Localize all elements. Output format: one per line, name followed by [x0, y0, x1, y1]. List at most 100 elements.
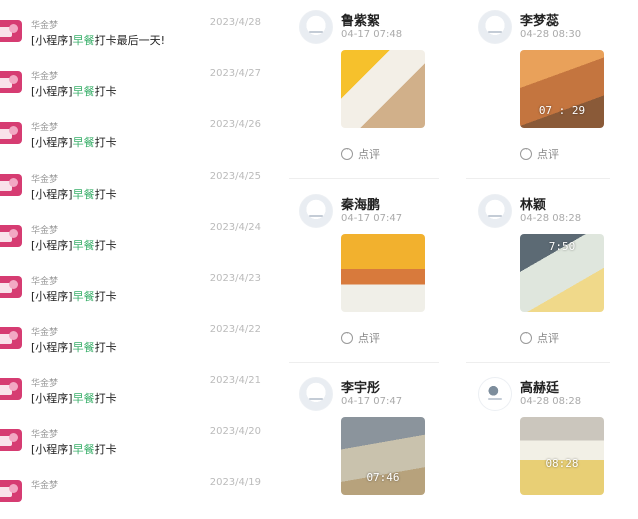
message-sender: 华金梦	[31, 481, 59, 491]
app-avatar-icon	[0, 327, 22, 349]
message-text: [小程序]早餐打卡	[31, 288, 117, 304]
app-avatar-icon	[0, 174, 22, 196]
message-prefix: [小程序]	[31, 136, 73, 149]
post-time: 04-28 08:28	[520, 213, 582, 224]
post-author[interactable]: 李梦蕊	[520, 10, 559, 29]
user-avatar-icon[interactable]	[299, 194, 333, 228]
post-photo[interactable]: 07:46	[341, 417, 425, 495]
message-list: 华金梦 2023/4/28 [小程序]早餐打卡最后一天! 华金梦 2023/4/…	[0, 0, 272, 503]
message-suffix: 打卡	[94, 392, 117, 405]
message-time: 2023/4/21	[209, 375, 261, 386]
message-item[interactable]: 华金梦 2023/4/21 [小程序]早餐打卡	[0, 366, 272, 417]
message-prefix: [小程序]	[31, 443, 73, 456]
user-avatar-icon[interactable]	[299, 377, 333, 411]
feed-post[interactable]: 李宇彤 04-17 07:47 07:46	[299, 377, 449, 503]
message-item[interactable]: 华金梦 2023/4/23 [小程序]早餐打卡	[0, 264, 272, 315]
message-prefix: [小程序]	[31, 392, 73, 405]
feed-post[interactable]: 李梦蕊 04-28 08:30 07 : 29 点评	[478, 10, 628, 180]
message-text: [小程序]早餐打卡最后一天!	[31, 32, 165, 48]
post-photo[interactable]	[341, 50, 425, 128]
message-text: [小程序]早餐打卡	[31, 134, 117, 150]
comment-icon	[341, 329, 353, 344]
message-item[interactable]: 华金梦 2023/4/20 [小程序]早餐打卡	[0, 417, 272, 468]
message-text: [小程序]早餐打卡	[31, 390, 117, 406]
message-suffix: 打卡	[94, 136, 117, 149]
feed-post[interactable]: 秦海鹏 04-17 07:47 点评	[299, 194, 449, 364]
post-time: 04-17 07:47	[341, 213, 403, 224]
message-sender: 华金梦	[31, 430, 59, 440]
app-avatar-icon	[0, 378, 22, 400]
photo-timestamp: 07:46	[366, 471, 400, 484]
message-highlight: 早餐	[72, 34, 95, 47]
feed-post[interactable]: 高赫廷 04-28 08:28 08:28	[478, 377, 628, 503]
comment-button[interactable]: 点评	[520, 329, 559, 346]
user-avatar-icon[interactable]	[478, 10, 512, 44]
message-time: 2023/4/26	[209, 119, 261, 130]
post-author[interactable]: 李宇彤	[341, 377, 380, 396]
message-item[interactable]: 华金梦 2023/4/26 [小程序]早餐打卡	[0, 110, 272, 161]
post-author[interactable]: 林颖	[520, 194, 546, 213]
post-author[interactable]: 鲁紫絮	[341, 10, 380, 29]
message-highlight: 早餐	[72, 341, 95, 354]
message-text: [小程序]早餐打卡	[31, 83, 117, 99]
feed-post[interactable]: 鲁紫絮 04-17 07:48 点评	[299, 10, 449, 180]
photo-timestamp: 08:28	[545, 457, 579, 470]
message-time: 2023/4/23	[209, 273, 261, 284]
user-avatar-icon[interactable]	[478, 377, 512, 411]
message-item[interactable]: 华金梦 2023/4/28 [小程序]早餐打卡最后一天!	[0, 8, 272, 59]
message-item[interactable]: 华金梦 2023/4/19	[0, 468, 272, 519]
post-author[interactable]: 高赫廷	[520, 377, 559, 396]
user-avatar-icon[interactable]	[299, 10, 333, 44]
message-highlight: 早餐	[72, 392, 95, 405]
post-time: 04-28 08:30	[520, 29, 582, 40]
message-time: 2023/4/22	[209, 324, 261, 335]
app-avatar-icon	[0, 71, 22, 93]
feed-post[interactable]: 林颖 04-28 08:28 7:50 点评	[478, 194, 628, 364]
message-prefix: [小程序]	[31, 188, 73, 201]
message-suffix: 打卡最后一天!	[94, 34, 166, 47]
message-item[interactable]: 华金梦 2023/4/24 [小程序]早餐打卡	[0, 213, 272, 264]
app-avatar-icon	[0, 276, 22, 298]
comment-button[interactable]: 点评	[520, 145, 559, 162]
message-prefix: [小程序]	[31, 341, 73, 354]
comment-button[interactable]: 点评	[341, 329, 380, 346]
message-text: [小程序]早餐打卡	[31, 339, 117, 355]
post-photo[interactable]: 07 : 29	[520, 50, 604, 128]
message-suffix: 打卡	[94, 85, 117, 98]
message-item[interactable]: 华金梦 2023/4/22 [小程序]早餐打卡	[0, 315, 272, 366]
message-highlight: 早餐	[72, 239, 95, 252]
user-avatar-icon[interactable]	[478, 194, 512, 228]
app-avatar-icon	[0, 429, 22, 451]
message-prefix: [小程序]	[31, 290, 73, 303]
app-avatar-icon	[0, 480, 22, 502]
post-photo[interactable]	[341, 234, 425, 312]
message-highlight: 早餐	[72, 188, 95, 201]
message-sender: 华金梦	[31, 72, 59, 82]
post-author[interactable]: 秦海鹏	[341, 194, 380, 213]
message-item[interactable]: 华金梦 2023/4/27 [小程序]早餐打卡	[0, 59, 272, 110]
comment-label: 点评	[537, 148, 559, 161]
message-suffix: 打卡	[94, 341, 117, 354]
message-time: 2023/4/25	[209, 171, 261, 182]
message-text: [小程序]早餐打卡	[31, 186, 117, 202]
post-divider	[466, 362, 610, 363]
comment-icon	[520, 145, 532, 160]
comment-label: 点评	[537, 332, 559, 345]
post-photo[interactable]: 08:28	[520, 417, 604, 495]
message-prefix: [小程序]	[31, 34, 73, 47]
message-text: [小程序]早餐打卡	[31, 441, 117, 457]
post-photo[interactable]: 7:50	[520, 234, 604, 312]
message-time: 2023/4/24	[209, 222, 261, 233]
photo-timestamp: 7:50	[548, 240, 576, 253]
message-time: 2023/4/28	[209, 17, 261, 28]
post-divider	[289, 178, 439, 179]
message-sender: 华金梦	[31, 277, 59, 287]
message-item[interactable]: 华金梦 2023/4/25 [小程序]早餐打卡	[0, 162, 272, 213]
photo-timestamp: 07 : 29	[538, 104, 586, 117]
app-avatar-icon	[0, 122, 22, 144]
message-suffix: 打卡	[94, 443, 117, 456]
comment-button[interactable]: 点评	[341, 145, 380, 162]
message-sender: 华金梦	[31, 379, 59, 389]
message-suffix: 打卡	[94, 290, 117, 303]
message-sender: 华金梦	[31, 175, 59, 185]
